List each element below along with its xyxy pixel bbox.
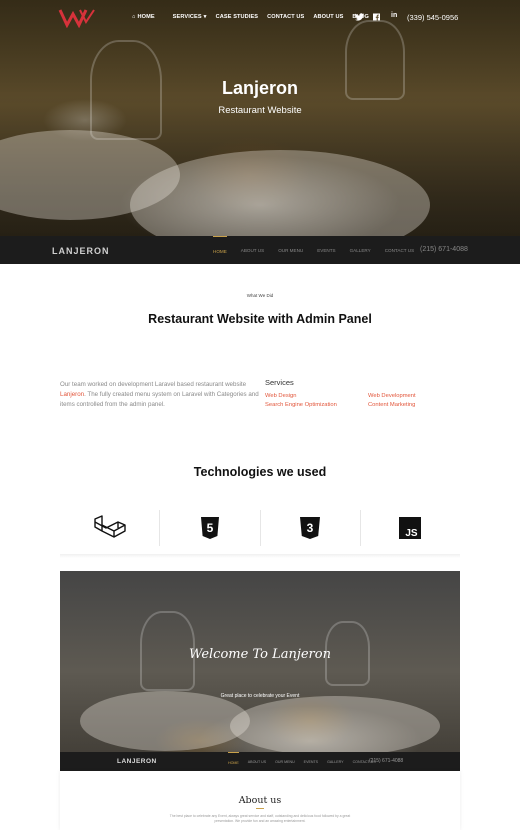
description-text-end: . The fully created menu system on Larav… xyxy=(60,391,259,408)
nav-about-us[interactable]: ABOUT US xyxy=(313,14,343,20)
subbar-phone: (215) 671-4088 xyxy=(420,246,468,253)
js-label: JS xyxy=(406,528,419,539)
css3-digit: 3 xyxy=(307,521,314,535)
preview-subtitle: Great place to celebrate your Event xyxy=(220,693,300,699)
html5-digit: 5 xyxy=(207,521,214,535)
preview-link-about: ABOUT US xyxy=(247,760,267,764)
html5-icon: 5 xyxy=(200,517,219,539)
service-content-marketing[interactable]: Content Marketing xyxy=(368,402,415,408)
tech-item-laravel xyxy=(60,510,161,546)
technologies-list: 5 3 JS xyxy=(60,510,460,546)
subbar-link-contact[interactable]: CONTACT US xyxy=(385,236,414,264)
preview-link-menu: OUR MENU xyxy=(275,760,295,764)
preview-about-section: About us The best place to celebrate any… xyxy=(60,771,460,830)
plate-decoration xyxy=(80,691,250,751)
preview-phone: (215) 671-4088 xyxy=(369,758,404,764)
preview-about-title: About us xyxy=(238,795,282,806)
project-link[interactable]: Lanjeron xyxy=(60,391,84,398)
nav-services[interactable]: SERVICES ▾ xyxy=(173,14,207,20)
about-divider xyxy=(256,808,264,809)
company-logo[interactable] xyxy=(58,8,96,28)
subbar-link-events[interactable]: EVENTS xyxy=(317,236,335,264)
section-eyebrow: What We Did xyxy=(246,293,274,298)
project-description: Our team worked on development Laravel b… xyxy=(60,380,260,410)
subbar-link-gallery[interactable]: GALLERY xyxy=(350,236,371,264)
subbar-link-about[interactable]: ABOUT US xyxy=(241,236,264,264)
subbar-link-menu[interactable]: OUR MENU xyxy=(278,236,303,264)
laravel-icon xyxy=(93,515,126,538)
service-web-development[interactable]: Web Development xyxy=(368,393,416,399)
preview-link-events: EVENTS xyxy=(303,760,319,764)
subbar-brand[interactable]: LANJERON xyxy=(52,246,110,256)
nav-services-label: SERVICES xyxy=(172,14,202,20)
facebook-icon[interactable] xyxy=(373,13,380,21)
hero-subtitle: Restaurant Website xyxy=(218,105,302,116)
preview-link-gallery: GALLERY xyxy=(327,760,344,764)
preview-link-home: HOME xyxy=(228,752,239,771)
service-seo[interactable]: Search Engine Optimization xyxy=(265,402,337,408)
header-phone[interactable]: (339) 545-0956 xyxy=(407,13,458,22)
javascript-icon: JS xyxy=(399,517,422,539)
services-heading: Services xyxy=(265,378,294,387)
chevron-down-icon: ▾ xyxy=(203,14,207,20)
website-preview: Welcome To Lanjeron Great place to celeb… xyxy=(60,571,460,771)
nav-contact-us[interactable]: CONTACT US xyxy=(267,14,304,20)
linkedin-icon[interactable]: in xyxy=(391,12,397,19)
section-headline: Restaurant Website with Admin Panel xyxy=(148,312,372,326)
twitter-icon[interactable] xyxy=(355,13,364,21)
subbar-link-home[interactable]: HOME xyxy=(213,236,227,264)
tech-item-javascript: JS xyxy=(361,510,460,546)
preview-brand: LANJERON xyxy=(117,758,157,765)
hero-banner: ⌂ HOME SERVICES ▾ CASE STUDIES CONTACT US … xyxy=(0,0,520,264)
tech-item-css3: 3 xyxy=(261,510,361,546)
nav-home[interactable]: ⌂ HOME xyxy=(132,14,164,20)
css3-icon: 3 xyxy=(300,517,321,539)
preview-welcome-title: Welcome To Lanjeron xyxy=(189,647,331,662)
technologies-heading: Technologies we used xyxy=(193,465,327,479)
plate-decoration xyxy=(230,696,440,756)
site-sub-navigation: LANJERON HOME ABOUT US OUR MENU EVENTS G… xyxy=(0,236,520,264)
technologies-divider xyxy=(60,554,460,558)
preview-about-text: The best place to celebrate any Event, a… xyxy=(169,814,351,823)
nav-home-label: HOME xyxy=(137,14,155,20)
preview-navigation: LANJERON HOME ABOUT US OUR MENU EVENTS G… xyxy=(60,752,460,771)
top-navigation: ⌂ HOME SERVICES ▾ CASE STUDIES CONTACT US … xyxy=(0,0,520,36)
tech-item-html5: 5 xyxy=(160,510,261,546)
home-icon: ⌂ xyxy=(132,14,136,20)
description-text: Our team worked on development Laravel b… xyxy=(60,381,247,388)
service-web-design[interactable]: Web Design xyxy=(265,393,296,399)
hero-title: Lanjeron xyxy=(221,78,298,98)
nav-case-studies[interactable]: CASE STUDIES xyxy=(216,14,259,20)
